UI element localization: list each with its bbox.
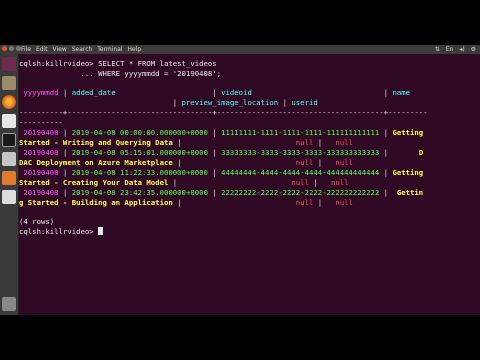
cell-added-date: 2019-04-08 11:22:33.000000+0000 [71, 168, 208, 177]
cell-videoid: 11111111-1111-1111-1111-111111111111 [221, 128, 380, 137]
cell-userid: null [335, 158, 353, 167]
menu-edit[interactable]: Edit [36, 46, 48, 53]
col-added-date-header: added_date [71, 88, 116, 97]
col-videoid-header: videoid [221, 88, 252, 97]
cell-added-date: 2019-04-08 05:15:01.000000+0000 [71, 148, 208, 157]
terminal-output[interactable]: cqlsh:killrvideo> SELECT * FROM latest_v… [19, 54, 480, 315]
col-preview-header: preview_image_location [181, 98, 279, 107]
menu-search[interactable]: Search [72, 46, 93, 53]
launcher-sidebar [0, 54, 19, 315]
command-line-2: ... WHERE yyyymmdd = '20190408'; [19, 69, 222, 78]
keyboard-layout-indicator[interactable]: En [446, 46, 454, 53]
cell-name-continued: g Started - Building an Application [19, 198, 173, 207]
cell-yyyymmdd: 20190408 [19, 148, 59, 157]
table-header-row: yyyymmdd | added_date | videoid | name [19, 88, 411, 97]
cell-userid: null [335, 138, 353, 147]
table-divider-wrapped: ---------- [19, 118, 63, 127]
text-cursor [98, 227, 104, 235]
system-tray: ⇅ En ◂) ⚙ [431, 46, 476, 53]
files-icon[interactable] [2, 76, 16, 90]
table-row: 20190408 | 2019-04-08 23:42:35.000000+00… [19, 188, 424, 197]
cell-name-continued: DAC Deployment on Azure Marketplace [19, 158, 173, 167]
cell-name-continued: Started - Creating Your Data Model [19, 178, 169, 187]
table-row-wrapped: DAC Deployment on Azure Marketplace | nu… [19, 158, 353, 167]
network-icon[interactable]: ⇅ [435, 46, 440, 53]
settings-icon[interactable] [2, 152, 16, 166]
cell-yyyymmdd: 20190408 [19, 168, 59, 177]
table-row-wrapped: Started - Writing and Querying Data | nu… [19, 138, 353, 147]
cell-added-date: 2019-04-08 00:00:00.000000+0000 [71, 128, 208, 137]
desktop-screen: File Edit View Search Terminal Help ⇅ En… [0, 45, 480, 315]
cell-preview: null [295, 158, 314, 167]
cell-name: Getting [392, 168, 424, 177]
cell-yyyymmdd: 20190408 [19, 128, 59, 137]
close-window-icon[interactable] [2, 46, 7, 51]
table-row: 20190408 | 2019-04-08 05:15:01.000000+00… [19, 148, 424, 157]
cell-preview: null [291, 178, 309, 187]
system-settings-icon[interactable]: ⚙ [471, 46, 476, 53]
table-row: 20190408 | 2019-04-08 00:00:00.000000+00… [19, 128, 424, 137]
menu-view[interactable]: View [53, 46, 67, 53]
cell-name: D [418, 148, 424, 157]
cell-added-date: 2019-04-08 23:42:35.000000+0000 [71, 188, 208, 197]
row-count: (4 rows) [19, 217, 55, 226]
trash-icon[interactable] [2, 297, 16, 311]
cell-preview: null [295, 138, 314, 147]
cell-videoid: 22222222-2222-2222-2222-222222222222 [221, 188, 380, 197]
table-header-row-wrapped: | preview_image_location | userid [19, 98, 318, 107]
cell-videoid: 44444444-4444-4444-4444-444444444444 [221, 168, 380, 177]
cell-name-continued: Started - Writing and Querying Data [19, 138, 173, 147]
table-divider: ----------+-----------------------------… [19, 108, 428, 117]
menu-terminal[interactable]: Terminal [97, 46, 122, 53]
writer-icon[interactable] [2, 114, 16, 128]
terminal-icon[interactable] [2, 133, 16, 147]
cell-preview: null [295, 198, 314, 207]
cell-name: Getting [392, 128, 424, 137]
window-controls [2, 46, 21, 51]
prompt-text: cqlsh:killrvideo> [19, 227, 99, 236]
terminal-menu: File Edit View Search Terminal Help [21, 45, 144, 54]
firefox-icon[interactable] [2, 95, 16, 109]
cell-videoid: 33333333-3333-3333-3333-333333333333 [221, 148, 380, 157]
cell-yyyymmdd: 20190408 [19, 188, 59, 197]
table-row-wrapped: g Started - Building an Application | nu… [19, 198, 353, 207]
cell-name: Gettin [396, 188, 424, 197]
cell-userid: null [330, 178, 349, 187]
menu-help[interactable]: Help [128, 46, 142, 53]
command-line-1: cqlsh:killrvideo> SELECT * FROM latest_v… [19, 59, 217, 68]
menu-file[interactable]: File [21, 46, 31, 53]
table-row-wrapped: Started - Creating Your Data Model | nul… [19, 178, 349, 187]
ubuntu-icon[interactable] [2, 57, 16, 71]
volume-icon[interactable]: ◂) [459, 46, 464, 53]
cell-userid: null [335, 198, 353, 207]
table-row: 20190408 | 2019-04-08 11:22:33.000000+00… [19, 168, 424, 177]
top-menu-bar: File Edit View Search Terminal Help ⇅ En… [0, 45, 480, 54]
col-yyyymmdd-header: yyyymmdd [19, 88, 59, 97]
amazon-icon[interactable] [2, 190, 16, 204]
command-prompt[interactable]: cqlsh:killrvideo> [19, 227, 104, 237]
col-userid-header: userid [291, 98, 318, 107]
software-icon[interactable] [2, 171, 16, 185]
minimize-window-icon[interactable] [9, 46, 14, 51]
col-name-header: name [392, 88, 411, 97]
